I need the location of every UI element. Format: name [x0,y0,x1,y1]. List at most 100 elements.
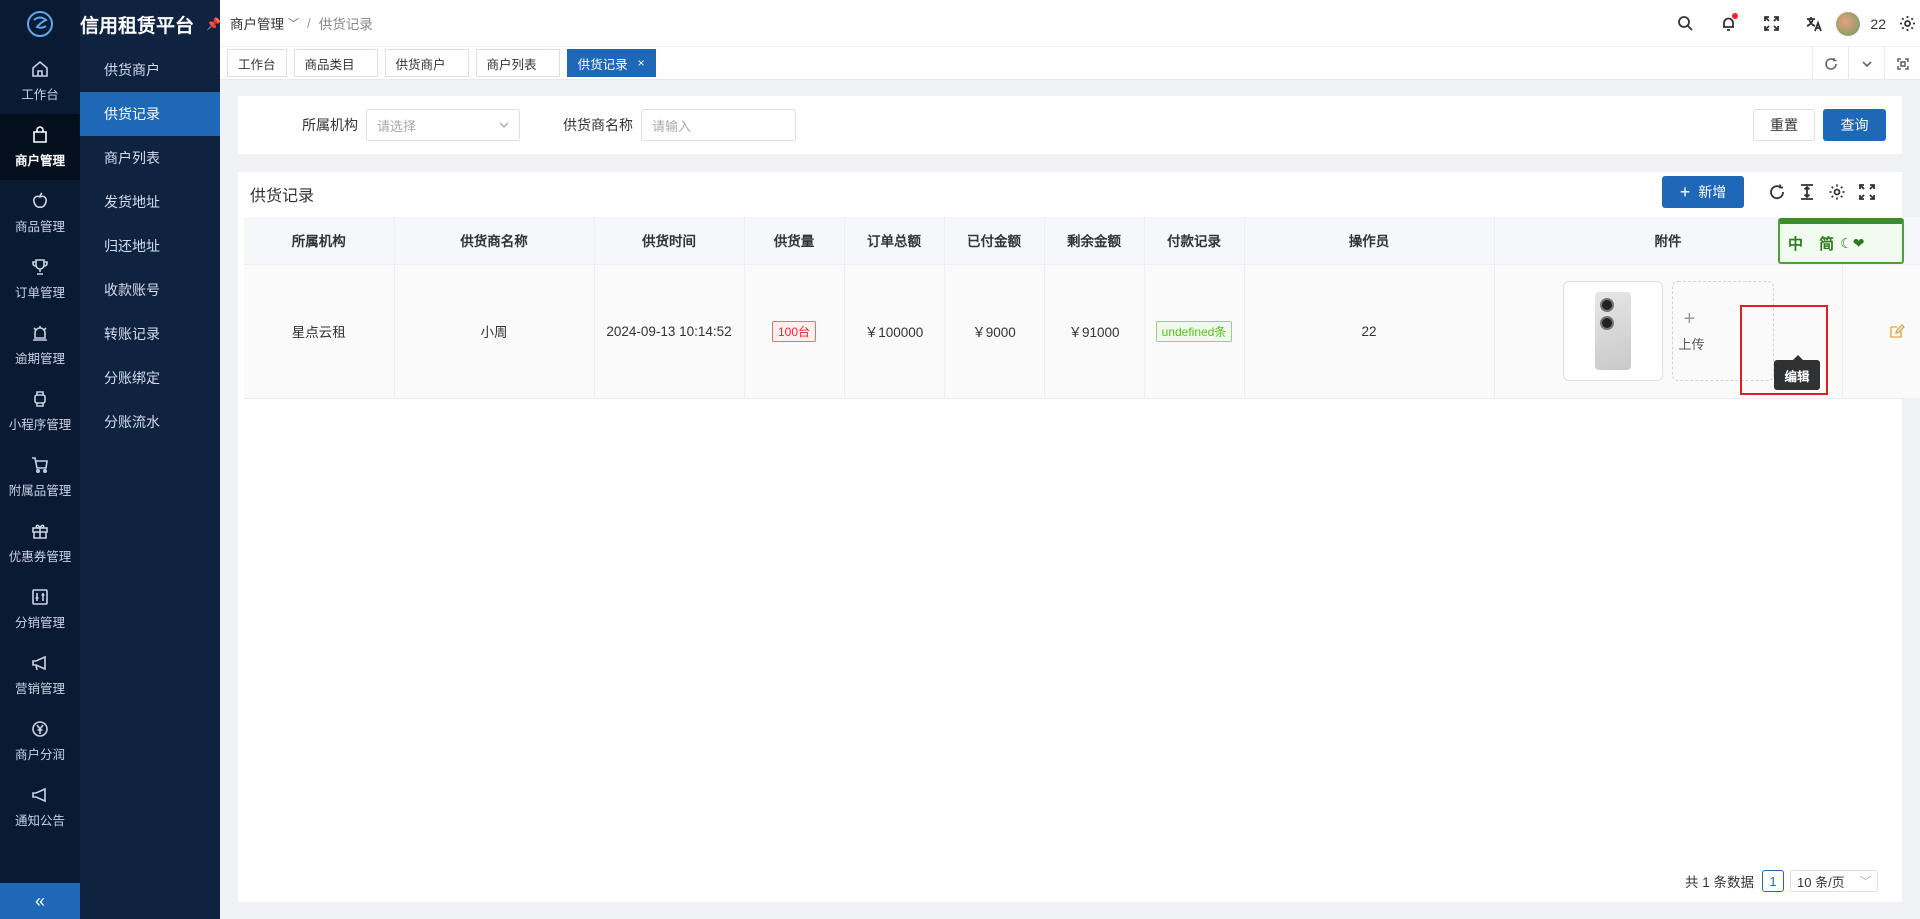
cell-supplier: 小周 [394,264,595,399]
avatar[interactable] [1836,11,1861,36]
maximize-icon[interactable] [1884,47,1920,80]
submenu-item[interactable]: 收款账号 [80,268,220,312]
yen-icon [32,720,48,737]
submenu-item[interactable]: 发货地址 [80,180,220,224]
watch-icon [34,390,46,407]
fullscreen-icon[interactable] [1750,15,1793,32]
rail-item-goods[interactable]: 商品管理 [0,180,80,246]
pagination: 共 1 条数据 1 10 条/页 ﹀ [1685,870,1878,892]
edit-tooltip: 编辑 [1774,355,1820,390]
rail-item-orders[interactable]: 订单管理 [0,246,80,312]
rail-item-overdue[interactable]: 逾期管理 [0,312,80,378]
ime-status-widget[interactable]: 中 简 ☾❤ [1778,218,1904,264]
search-icon[interactable] [1664,15,1707,32]
submenu-item[interactable]: 转账记录 [80,312,220,356]
rail-item-workbench[interactable]: 工作台 [0,48,80,114]
add-button[interactable]: + 新增 [1662,176,1744,208]
megaphone-icon [32,655,46,670]
tab-suppliers[interactable]: 供货商户 [384,49,469,77]
bell-icon[interactable] [1707,13,1750,32]
tab-workbench[interactable]: 工作台 [227,49,287,77]
submenu-item[interactable]: 归还地址 [80,224,220,268]
gear-icon[interactable] [1822,180,1852,204]
translate-icon[interactable] [1793,15,1836,32]
column-height-icon[interactable] [1792,180,1822,204]
top-icons: 22 [1664,0,1920,47]
cell-actions [1842,264,1920,399]
query-button[interactable]: 查询 [1823,109,1886,141]
org-placeholder: 请选择 [377,118,417,134]
leaf-icon: ☾❤ [1840,234,1865,251]
payment-tag[interactable]: undefined条 [1155,320,1233,342]
gear-icon[interactable] [1894,15,1920,32]
supply-table: 所属机构 供货商名称 供货时间 供货量 订单总额 已付金额 剩余金额 付款记录 … [244,217,1920,399]
supplier-input[interactable]: 请输入 [641,109,796,141]
page-number[interactable]: 1 [1762,870,1784,892]
username[interactable]: 22 [1870,16,1886,32]
cell-time: 2024-09-13 10:14:52 [594,264,745,399]
camera-lens [1599,316,1614,330]
cell-total: ￥100000 [844,264,945,399]
col-header: 所属机构 [244,217,395,265]
col-header: 供货量 [744,217,845,265]
tabs-bar: 工作台 商品类目 供货商户 商户列表 供货记录 × [220,47,1920,80]
cell-operator: 22 [1244,264,1495,399]
rail-item-accessories[interactable]: 附属品管理 [0,444,80,510]
col-header: 付款记录 [1144,217,1245,265]
rail-item-distribution[interactable]: 分销管理 [0,576,80,642]
edit-icon[interactable] [1889,323,1905,339]
sub-menu: 信用租赁平台 📌 供货商户 供货记录 商户列表 发货地址 归还地址 收款账号 转… [80,0,221,919]
refresh-icon[interactable] [1812,47,1848,80]
chevron-down-icon[interactable] [1848,47,1884,80]
fullscreen-icon[interactable] [1852,180,1882,204]
cell-paid: ￥9000 [944,264,1045,399]
chevron-down-icon: ﹀ [288,18,299,30]
submenu-item[interactable]: 分账流水 [80,400,220,444]
cell-remain: ￥91000 [1044,264,1145,399]
rail-label: 逾期管理 [14,351,65,366]
tab-label: 供货商户 [395,57,446,72]
pin-icon[interactable]: 📌 [206,17,221,31]
org-select[interactable]: 请选择 [366,109,520,141]
tab-supply-records[interactable]: 供货记录 × [566,49,656,77]
add-label: 新增 [1698,184,1727,200]
rail-label: 小程序管理 [8,417,72,432]
col-header: 订单总额 [844,217,945,265]
submenu-item-active[interactable]: 供货记录 [80,92,220,136]
rail-label: 附属品管理 [8,483,72,498]
page-size-select[interactable]: 10 条/页 ﹀ [1790,870,1878,892]
rail-item-profit[interactable]: 商户分润 [0,708,80,774]
rail-label: 商户分润 [14,747,65,762]
home-icon [32,60,48,77]
collapse-sidebar-button[interactable]: « [0,883,80,919]
rail-item-coupons[interactable]: 优惠券管理 [0,510,80,576]
rail-label: 商户管理 [14,153,65,168]
card-title: 供货记录 [250,188,315,205]
tab-merchant-list[interactable]: 商户列表 [475,49,560,77]
search-card: 所属机构 请选择 供货商名称 请输入 重置 查询 [238,96,1902,154]
submenu-item[interactable]: 分账绑定 [80,356,220,400]
icon-rail: 工作台 商户管理 商品管理 订单管理 逾期管理 小程序管理 附属品管理 优惠券管… [0,0,80,919]
rail-item-merchant[interactable]: 商户管理 [0,114,80,180]
submenu-item[interactable]: 商户列表 [80,136,220,180]
breadcrumb-parent[interactable]: 商户管理 [230,13,284,33]
trophy-icon [32,258,48,275]
tab-category[interactable]: 商品类目 [293,49,378,77]
breadcrumb: 商户管理 ﹀ / 供货记录 [230,13,373,33]
attachment-thumbnail[interactable] [1562,281,1663,381]
cell-qty: 100台 [744,264,845,399]
notification-dot [1732,13,1739,19]
rail-item-notice[interactable]: 通知公告 [0,774,80,840]
camera-lens [1599,298,1614,312]
chevron-down-icon: ﹀ [1860,876,1871,888]
rail-item-marketing[interactable]: 营销管理 [0,642,80,708]
chevron-down-icon [499,122,509,128]
rail-item-miniprogram[interactable]: 小程序管理 [0,378,80,444]
submenu-item[interactable]: 供货商户 [80,48,220,92]
app-title: 信用租赁平台 [80,15,195,37]
close-icon[interactable]: × [638,56,645,70]
refresh-icon[interactable] [1762,180,1792,204]
rail-label: 工作台 [21,87,59,102]
reset-button[interactable]: 重置 [1753,109,1815,141]
alarm-icon [33,325,47,341]
